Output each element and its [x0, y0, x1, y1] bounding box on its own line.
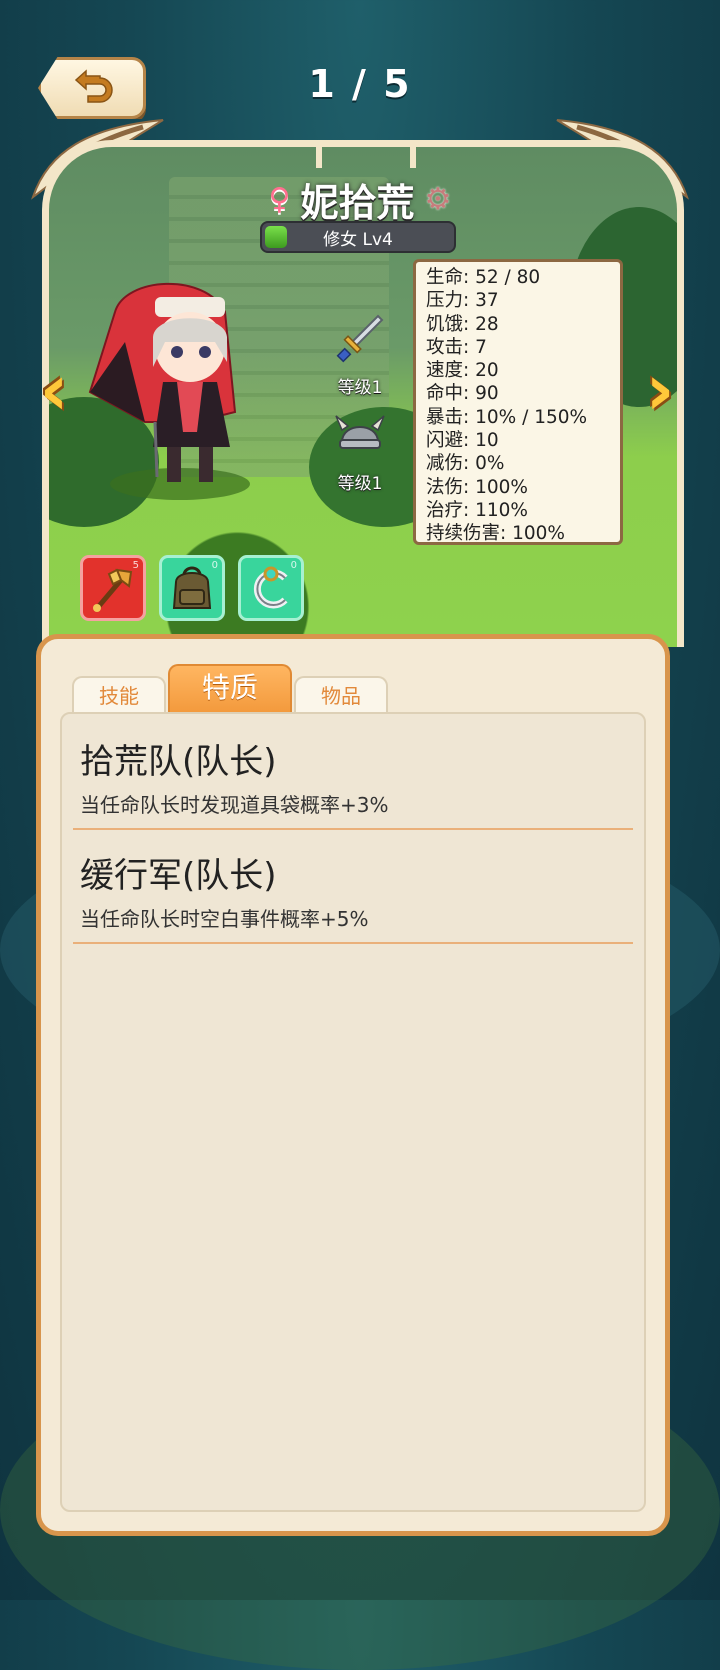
- stat-healing: 治疗: 110%: [426, 499, 529, 521]
- armor-level-label: 等级1: [337, 474, 383, 494]
- item-count: 0: [290, 560, 297, 571]
- helmet-icon: [335, 415, 385, 449]
- trait-title: 缓行军(队长): [80, 856, 277, 896]
- trait-title: 拾荒队(队长): [80, 742, 277, 782]
- class-level-bar: 修女 Lv4: [260, 221, 456, 253]
- item-count: 0: [211, 560, 218, 571]
- tab-traits[interactable]: 特质: [168, 664, 292, 712]
- female-icon: ♀: [268, 182, 291, 217]
- tab-items[interactable]: 物品: [294, 676, 388, 714]
- frame-notch: [316, 140, 416, 168]
- next-character-arrow[interactable]: ›: [640, 350, 680, 430]
- character-name: 妮拾荒: [300, 181, 415, 225]
- traits-list: [60, 712, 646, 1512]
- backpack-icon: [172, 566, 212, 609]
- stat-dot-damage: 持续伤害: 100%: [426, 523, 566, 545]
- stat-accuracy: 命中: 90: [426, 383, 499, 405]
- character-sprite: [88, 282, 250, 500]
- stat-speed: 速度: 20: [426, 360, 499, 382]
- ring-icon: [253, 566, 288, 609]
- stat-stress: 压力: 37: [426, 290, 499, 312]
- stat-dodge: 闪避: 10: [426, 430, 499, 452]
- trait-description: 当任命队长时空白事件概率+5%: [80, 907, 369, 931]
- item-slot-ring[interactable]: 0: [238, 555, 304, 621]
- stat-hp: 生命: 52 / 80: [426, 267, 541, 288]
- weapon-equipment[interactable]: 等级1: [328, 312, 392, 398]
- trait-item[interactable]: 缓行军(队长) 当任命队长时空白事件概率+5%: [73, 848, 633, 944]
- trait-description: 当任命队长时发现道具袋概率+3%: [80, 793, 389, 817]
- experience-fill: [265, 226, 287, 248]
- stat-crit: 暴击: 10% / 150%: [426, 406, 588, 428]
- sword-icon: [336, 314, 384, 363]
- stat-magic-damage: 法伤: 100%: [426, 476, 529, 498]
- tab-skills[interactable]: 技能: [72, 676, 166, 714]
- page-indicator: 1 / 5: [308, 62, 412, 106]
- stats-panel: 生命: 52 / 80 压力: 37 饥饿: 28 攻击: 7 速度: 20 命…: [413, 259, 623, 545]
- item-slot-backpack[interactable]: 0: [159, 555, 225, 621]
- gear-icon[interactable]: ⚙: [425, 182, 452, 217]
- character-header: ♀ 妮拾荒 ⚙: [0, 172, 720, 227]
- weapon-level-label: 等级1: [337, 378, 383, 398]
- stat-attack: 攻击: 7: [426, 336, 487, 358]
- stat-hunger: 饥饿: 28: [426, 313, 499, 335]
- class-level-label: 修女 Lv4: [323, 229, 393, 250]
- scepter-icon: [93, 568, 133, 612]
- item-count: 5: [132, 560, 139, 571]
- armor-equipment[interactable]: 等级1: [328, 408, 392, 494]
- item-slot-scepter[interactable]: 5: [80, 555, 146, 621]
- trait-item[interactable]: 拾荒队(队长) 当任命队长时发现道具袋概率+3%: [73, 734, 633, 830]
- previous-character-arrow[interactable]: ‹: [34, 350, 74, 430]
- stat-damage-reduction: 减伤: 0%: [426, 453, 505, 475]
